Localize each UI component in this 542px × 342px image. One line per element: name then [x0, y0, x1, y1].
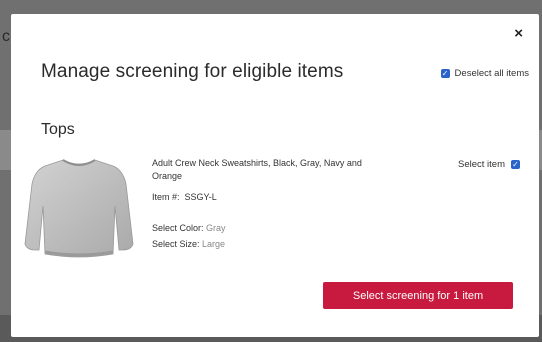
item-number-label: Item #: [152, 192, 180, 202]
select-item-checkbox[interactable]: Select item ✓ [458, 159, 520, 170]
modal-title: Manage screening for eligible items [41, 61, 344, 82]
close-icon[interactable]: × [514, 26, 523, 42]
item-number-value: SSGY-L [184, 192, 217, 202]
color-label: Select Color: [152, 223, 204, 233]
select-screening-button[interactable]: Select screening for 1 item [323, 282, 513, 309]
deselect-all-checkbox[interactable]: ✓ Deselect all items [440, 68, 529, 79]
sweatshirt-image [24, 159, 134, 258]
section-heading-tops: Tops [41, 121, 75, 138]
size-value: Large [202, 239, 226, 249]
color-value: Gray [206, 223, 226, 233]
checkbox-checked-icon[interactable]: ✓ [511, 160, 520, 169]
product-name: Adult Crew Neck Sweatshirts, Black, Gray… [152, 158, 362, 181]
deselect-all-label: Deselect all items [454, 68, 529, 79]
item-number: Item #: SSGY-L [152, 192, 362, 202]
product-details: Adult Crew Neck Sweatshirts, Black, Gray… [152, 157, 362, 249]
background-partial-text: c [2, 28, 10, 45]
checkbox-checked-icon[interactable]: ✓ [440, 69, 450, 78]
select-item-label: Select item [458, 159, 505, 170]
selected-color: Select Color: Gray [152, 223, 362, 233]
selected-size: Select Size: Large [152, 239, 362, 249]
size-label: Select Size: [152, 239, 200, 249]
screening-modal: × Manage screening for eligible items ✓ … [11, 14, 539, 337]
